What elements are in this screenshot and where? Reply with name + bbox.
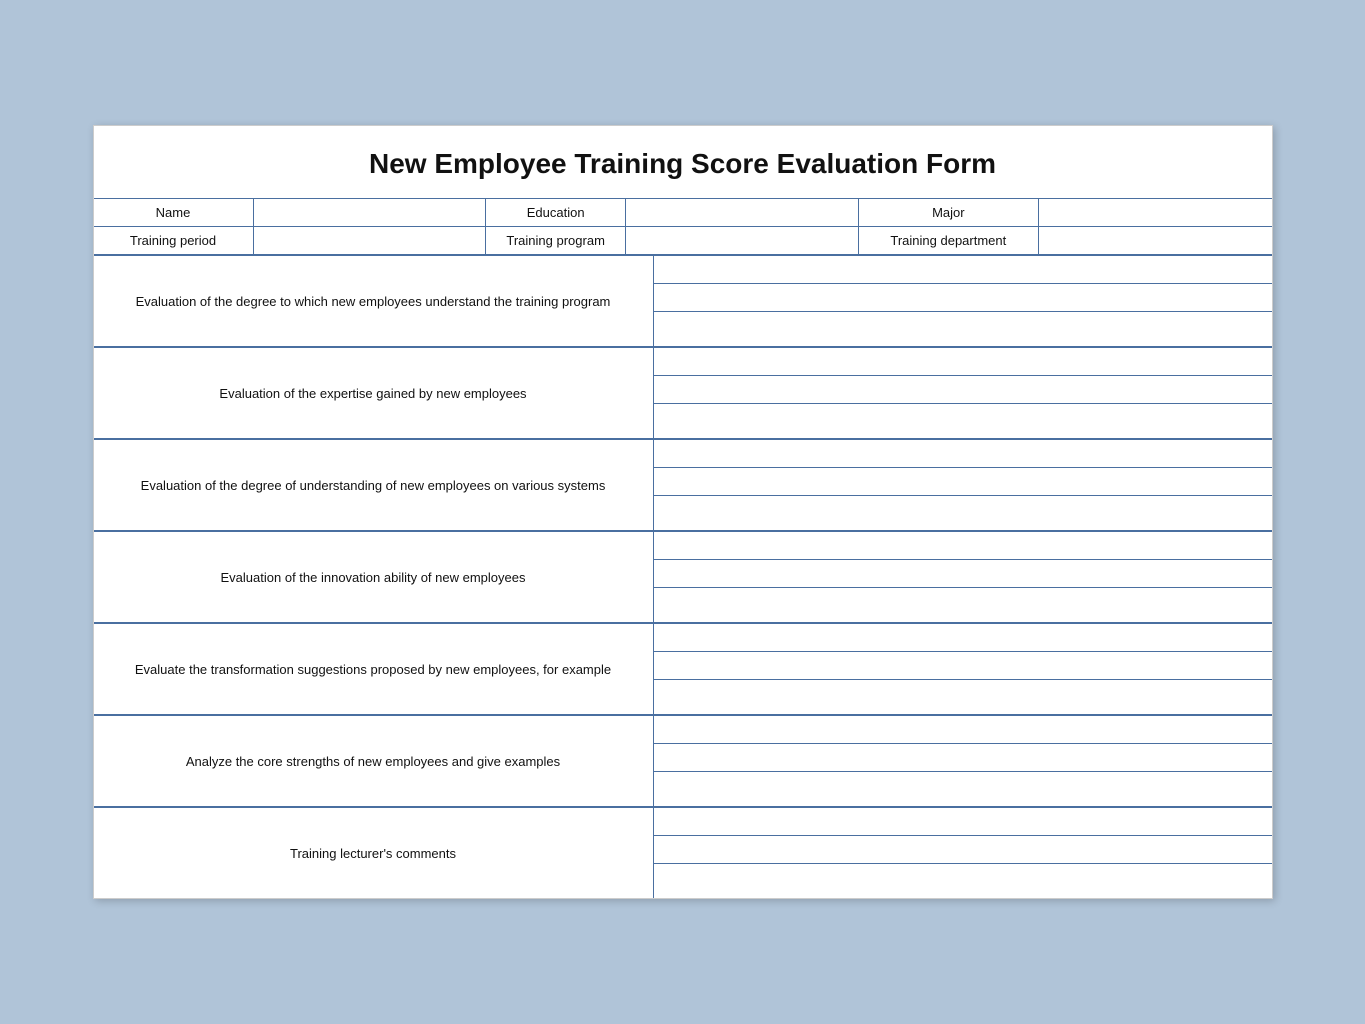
training-period-value[interactable] bbox=[254, 227, 487, 254]
section-line-1-2[interactable] bbox=[654, 404, 1272, 432]
section-line-0-1[interactable] bbox=[654, 284, 1272, 312]
section-right-1 bbox=[654, 348, 1272, 438]
section-label-1: Evaluation of the expertise gained by ne… bbox=[94, 348, 654, 438]
form-container: New Employee Training Score Evaluation F… bbox=[93, 125, 1273, 899]
sections: Evaluation of the degree to which new em… bbox=[94, 256, 1272, 898]
education-value[interactable] bbox=[626, 199, 859, 226]
section-line-2-0[interactable] bbox=[654, 440, 1272, 468]
section-right-0 bbox=[654, 256, 1272, 346]
header-row-2: Training period Training program Trainin… bbox=[94, 227, 1272, 256]
section-right-5 bbox=[654, 716, 1272, 806]
section-line-5-2[interactable] bbox=[654, 772, 1272, 800]
section-label-4: Evaluate the transformation suggestions … bbox=[94, 624, 654, 714]
section-label-5: Analyze the core strengths of new employ… bbox=[94, 716, 654, 806]
section-row-0: Evaluation of the degree to which new em… bbox=[94, 256, 1272, 348]
section-line-3-2[interactable] bbox=[654, 588, 1272, 616]
section-line-6-0[interactable] bbox=[654, 808, 1272, 836]
section-row-1: Evaluation of the expertise gained by ne… bbox=[94, 348, 1272, 440]
section-line-0-0[interactable] bbox=[654, 256, 1272, 284]
section-label-6: Training lecturer's comments bbox=[94, 808, 654, 898]
form-title: New Employee Training Score Evaluation F… bbox=[94, 126, 1272, 199]
section-row-6: Training lecturer's comments bbox=[94, 808, 1272, 898]
section-line-1-0[interactable] bbox=[654, 348, 1272, 376]
section-line-6-2[interactable] bbox=[654, 864, 1272, 892]
section-row-2: Evaluation of the degree of understandin… bbox=[94, 440, 1272, 532]
section-line-3-0[interactable] bbox=[654, 532, 1272, 560]
section-line-1-1[interactable] bbox=[654, 376, 1272, 404]
section-line-2-2[interactable] bbox=[654, 496, 1272, 524]
section-line-2-1[interactable] bbox=[654, 468, 1272, 496]
training-department-value[interactable] bbox=[1039, 227, 1272, 254]
major-value[interactable] bbox=[1039, 199, 1272, 226]
section-line-0-2[interactable] bbox=[654, 312, 1272, 340]
education-label: Education bbox=[486, 199, 626, 226]
section-line-4-2[interactable] bbox=[654, 680, 1272, 708]
section-right-4 bbox=[654, 624, 1272, 714]
section-row-3: Evaluation of the innovation ability of … bbox=[94, 532, 1272, 624]
section-line-4-0[interactable] bbox=[654, 624, 1272, 652]
section-line-5-0[interactable] bbox=[654, 716, 1272, 744]
section-right-2 bbox=[654, 440, 1272, 530]
section-right-6 bbox=[654, 808, 1272, 898]
section-label-2: Evaluation of the degree of understandin… bbox=[94, 440, 654, 530]
training-program-value[interactable] bbox=[626, 227, 859, 254]
header-row-1: Name Education Major bbox=[94, 199, 1272, 227]
section-label-0: Evaluation of the degree to which new em… bbox=[94, 256, 654, 346]
section-label-3: Evaluation of the innovation ability of … bbox=[94, 532, 654, 622]
training-period-label: Training period bbox=[94, 227, 254, 254]
section-line-4-1[interactable] bbox=[654, 652, 1272, 680]
name-value[interactable] bbox=[254, 199, 487, 226]
section-line-6-1[interactable] bbox=[654, 836, 1272, 864]
section-row-5: Analyze the core strengths of new employ… bbox=[94, 716, 1272, 808]
name-label: Name bbox=[94, 199, 254, 226]
section-row-4: Evaluate the transformation suggestions … bbox=[94, 624, 1272, 716]
section-right-3 bbox=[654, 532, 1272, 622]
training-department-label: Training department bbox=[859, 227, 1039, 254]
section-line-5-1[interactable] bbox=[654, 744, 1272, 772]
major-label: Major bbox=[859, 199, 1039, 226]
section-line-3-1[interactable] bbox=[654, 560, 1272, 588]
training-program-label: Training program bbox=[486, 227, 626, 254]
